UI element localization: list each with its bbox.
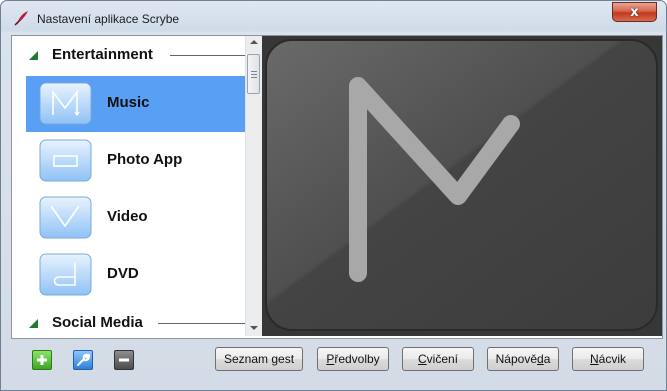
- button-text: Nápově: [495, 352, 537, 366]
- gesture-preview-canvas: [265, 39, 658, 331]
- help-button[interactable]: Nápově d a: [487, 347, 559, 371]
- close-icon: x: [630, 4, 639, 20]
- item-label: Music: [107, 94, 150, 111]
- list-item-dvd[interactable]: DVD: [26, 247, 245, 303]
- exercise-button[interactable]: Cvičení: [402, 347, 474, 371]
- scroll-down-arrow-icon[interactable]: [250, 326, 258, 330]
- gesture-list: Entertainment Music Photo App Video DVD …: [12, 36, 245, 336]
- gesture-preview: [262, 36, 662, 336]
- scroll-thumb[interactable]: [247, 54, 260, 94]
- dvd-gesture-icon: [39, 253, 92, 296]
- access-key: g: [271, 352, 279, 366]
- window-title: Nastavení aplikace Scrybe: [37, 12, 180, 26]
- expand-arrow-icon[interactable]: [29, 51, 38, 60]
- scroll-up-arrow-icon[interactable]: [250, 40, 258, 44]
- gesture-list-button[interactable]: Seznam g est: [215, 347, 303, 371]
- tutorial-button[interactable]: Nácvik: [572, 347, 644, 371]
- item-label: Photo App: [107, 151, 183, 168]
- item-label: DVD: [107, 265, 139, 282]
- title-bar[interactable]: Nastavení aplikace Scrybe x: [1, 1, 666, 32]
- access-key: d: [537, 352, 544, 366]
- button-text: a: [543, 352, 551, 366]
- settings-window: Nastavení aplikace Scrybe x Entertainmen…: [0, 0, 667, 391]
- grip-line: [251, 71, 257, 72]
- photo-gesture-icon: [39, 139, 92, 182]
- list-item-photo-app[interactable]: Photo App: [26, 133, 245, 189]
- group-label: Social Media: [52, 314, 143, 331]
- group-label: Entertainment: [52, 46, 153, 63]
- list-scrollbar[interactable]: [245, 36, 262, 336]
- expand-arrow-icon[interactable]: [29, 319, 38, 328]
- minus-icon: [119, 358, 129, 362]
- scrybe-app-icon: [14, 11, 28, 26]
- group-divider: [170, 55, 245, 56]
- group-divider: [158, 323, 245, 324]
- preferences-button[interactable]: Předvolby: [317, 347, 389, 371]
- button-text: vičení: [426, 352, 459, 366]
- button-text: Seznam: [223, 352, 272, 366]
- button-text: est: [278, 352, 295, 366]
- bottom-toolbar: Seznam g est Předvolby Cvičení Nápově d a N…: [11, 340, 661, 380]
- access-key: C: [417, 352, 427, 366]
- group-entertainment[interactable]: Entertainment: [12, 44, 245, 66]
- button-text: ředvolby: [334, 352, 380, 366]
- list-item-music[interactable]: Music: [26, 76, 245, 132]
- group-social-media[interactable]: Social Media: [12, 312, 245, 334]
- button-text: ácvik: [598, 352, 626, 366]
- plus-icon: [37, 355, 47, 365]
- client-area: Entertainment Music Photo App Video DVD …: [11, 35, 663, 339]
- video-gesture-icon: [39, 196, 92, 239]
- remove-gesture-button[interactable]: [114, 350, 134, 370]
- add-gesture-button[interactable]: [32, 350, 52, 370]
- item-label: Video: [107, 208, 148, 225]
- edit-gesture-button[interactable]: [73, 350, 93, 370]
- wrench-icon: [77, 353, 90, 366]
- access-key: P: [326, 352, 335, 366]
- music-gesture-icon: [39, 82, 92, 125]
- grip-line: [251, 77, 257, 78]
- list-item-video[interactable]: Video: [26, 190, 245, 246]
- access-key: N: [589, 352, 599, 366]
- grip-line: [251, 74, 257, 75]
- close-button[interactable]: x: [612, 2, 657, 22]
